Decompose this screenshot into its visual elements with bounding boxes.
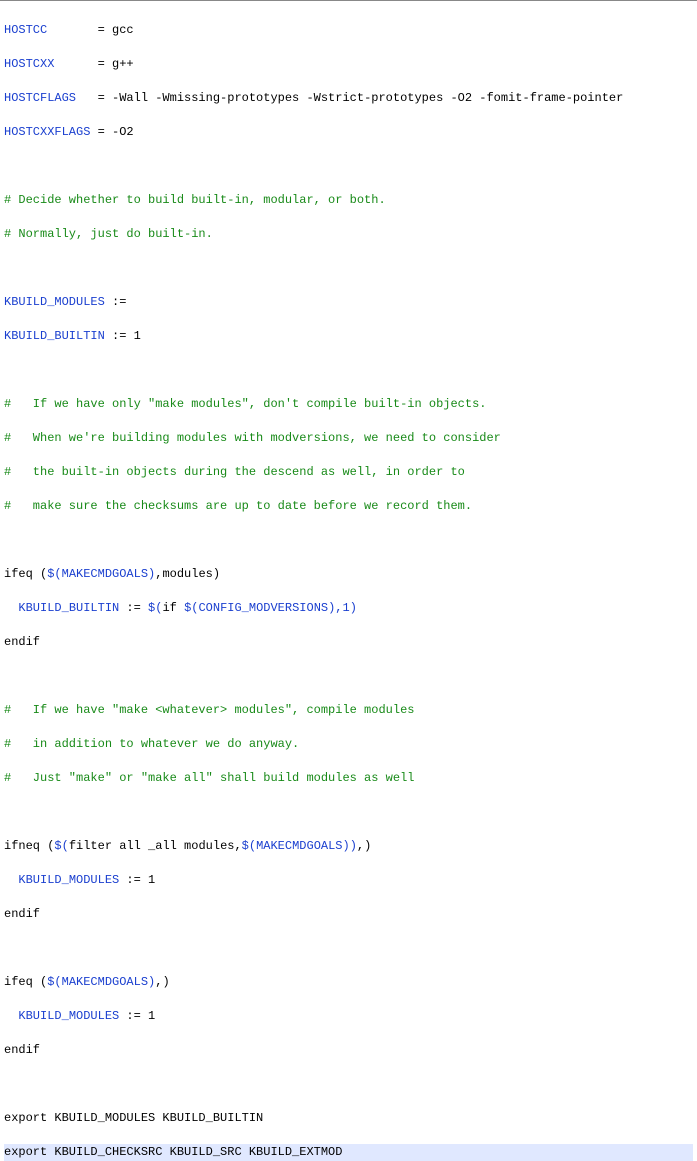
var-kbuild-modules: KBUILD_MODULES (18, 873, 119, 887)
comment-line: # Normally, just do built-in. (4, 226, 693, 243)
paren-open: ( (47, 839, 54, 853)
assign-hostcflags: = -Wall -Wmissing-prototypes -Wstrict-pr… (76, 91, 623, 105)
tail: ,) (357, 839, 371, 853)
comment-line: # If we have only "make modules", don't … (4, 396, 693, 413)
var-kbuild-modules: KBUILD_MODULES (4, 295, 105, 309)
comment-line: # When we're building modules with modve… (4, 430, 693, 447)
fn-open: $( (47, 975, 61, 989)
blank-line (4, 532, 693, 549)
var-makecmdgoals: MAKECMDGOALS (62, 975, 148, 989)
kw-ifeq: ifeq (4, 567, 40, 581)
fn-close: ) (148, 975, 155, 989)
code-line: KBUILD_MODULES := 1 (4, 872, 693, 889)
assign-kbuild-modules: := (105, 295, 127, 309)
if-kw: if (162, 601, 184, 615)
blank-line (4, 362, 693, 379)
export-line: export KBUILD_MODULES KBUILD_BUILTIN (4, 1110, 693, 1127)
var-kbuild-modules: KBUILD_MODULES (18, 1009, 119, 1023)
indent (4, 1009, 18, 1023)
var-makecmdgoals: MAKECMDGOALS (256, 839, 342, 853)
assign-kbuild-builtin: := 1 (105, 329, 141, 343)
endif-line: endif (4, 1042, 693, 1059)
makefile-code-block: HOSTCC = gcc HOSTCXX = g++ HOSTCFLAGS = … (0, 0, 697, 1161)
blank-line (4, 158, 693, 175)
paren-open: ( (40, 975, 47, 989)
fn-close: ) (350, 839, 357, 853)
fn-open: $( (242, 839, 256, 853)
kw-ifneq: ifneq (4, 839, 47, 853)
fn-open: $( (148, 601, 162, 615)
var-hostcc: HOSTCC (4, 23, 47, 37)
code-line: HOSTCFLAGS = -Wall -Wmissing-prototypes … (4, 90, 693, 107)
code-line: KBUILD_MODULES := (4, 294, 693, 311)
var-hostcxx: HOSTCXX (4, 57, 54, 71)
code-line: HOSTCC = gcc (4, 22, 693, 39)
fn-open: $( (47, 567, 61, 581)
comment-line: # If we have "make <whatever> modules", … (4, 702, 693, 719)
endif-line: endif (4, 906, 693, 923)
var-hostcflags: HOSTCFLAGS (4, 91, 76, 105)
comment-line: # the built-in objects during the descen… (4, 464, 693, 481)
fn-tail: ,1) (335, 601, 357, 615)
rest: ,modules) (155, 567, 220, 581)
fn-close: ) (343, 839, 350, 853)
blank-line (4, 668, 693, 685)
ifeq-line: ifeq ($(MAKECMDGOALS),modules) (4, 566, 693, 583)
fn-open: $( (54, 839, 68, 853)
fn-close: ) (328, 601, 335, 615)
comment-line: # make sure the checksums are up to date… (4, 498, 693, 515)
ifeq-line: ifeq ($(MAKECMDGOALS),) (4, 974, 693, 991)
indent (4, 873, 18, 887)
code-line: KBUILD_BUILTIN := 1 (4, 328, 693, 345)
fn-open: $( (184, 601, 198, 615)
ifneq-line: ifneq ($(filter all _all modules,$(MAKEC… (4, 838, 693, 855)
var-kbuild-builtin: KBUILD_BUILTIN (4, 329, 105, 343)
assign-hostcxx: = g++ (54, 57, 133, 71)
blank-line (4, 940, 693, 957)
var-config-modversions: CONFIG_MODVERSIONS (198, 601, 328, 615)
comment-line: # in addition to whatever we do anyway. (4, 736, 693, 753)
var-makecmdgoals: MAKECMDGOALS (62, 567, 148, 581)
export-line-highlighted: export KBUILD_CHECKSRC KBUILD_SRC KBUILD… (4, 1144, 693, 1161)
blank-line (4, 804, 693, 821)
code-line: HOSTCXXFLAGS = -O2 (4, 124, 693, 141)
endif-line: endif (4, 634, 693, 651)
code-line: KBUILD_MODULES := 1 (4, 1008, 693, 1025)
assign: := 1 (119, 873, 155, 887)
var-hostcxxflags: HOSTCXXFLAGS (4, 125, 90, 139)
assign: := 1 (119, 1009, 155, 1023)
assign-hostcc: = gcc (47, 23, 133, 37)
comment-line: # Decide whether to build built-in, modu… (4, 192, 693, 209)
filter-args: all _all modules, (112, 839, 242, 853)
kw-ifeq: ifeq (4, 975, 40, 989)
code-line: KBUILD_BUILTIN := $(if $(CONFIG_MODVERSI… (4, 600, 693, 617)
assign-hostcxxflags: = -O2 (90, 125, 133, 139)
code-line: HOSTCXX = g++ (4, 56, 693, 73)
comment-line: # Just "make" or "make all" shall build … (4, 770, 693, 787)
var-kbuild-builtin: KBUILD_BUILTIN (18, 601, 119, 615)
tail: ,) (155, 975, 169, 989)
blank-line (4, 260, 693, 277)
blank-line (4, 1076, 693, 1093)
indent (4, 601, 18, 615)
assign-op: := (119, 601, 148, 615)
filter-kw: filter (69, 839, 112, 853)
